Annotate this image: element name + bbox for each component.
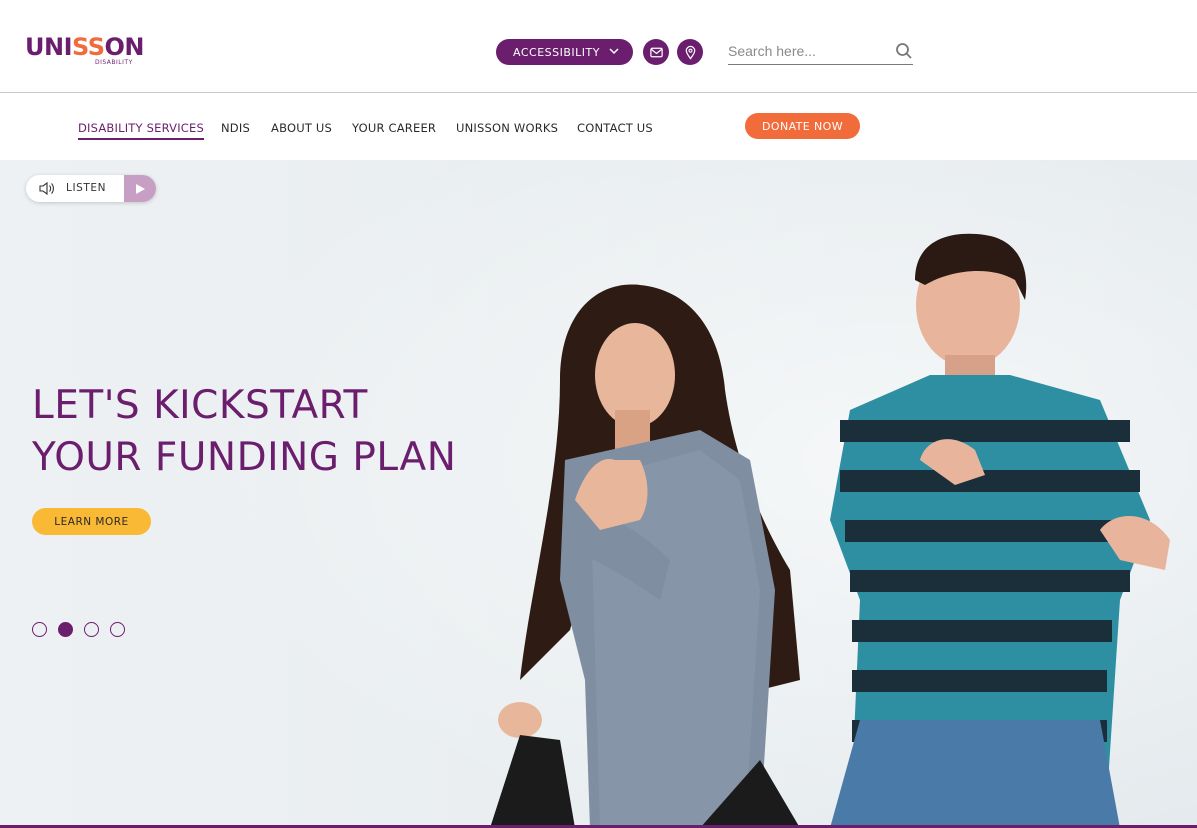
listen-button[interactable]: LISTEN: [26, 175, 156, 202]
nav-unisson-works[interactable]: UNISSON WORKS: [456, 121, 558, 135]
hero-headline: LET'S KICKSTART YOUR FUNDING PLAN: [32, 380, 552, 484]
nav-about-us[interactable]: ABOUT US: [271, 121, 332, 135]
learn-more-button[interactable]: LEARN MORE: [32, 508, 151, 535]
mail-button[interactable]: [643, 39, 669, 65]
accessibility-label: ACCESSIBILITY: [513, 45, 600, 59]
nav-ndis[interactable]: NDIS: [221, 121, 250, 135]
headline-line-2: YOUR FUNDING PLAN: [32, 435, 457, 480]
nav-your-career[interactable]: YOUR CAREER: [352, 121, 436, 135]
logo-wordmark: UNISSON: [25, 33, 145, 61]
play-icon: [136, 183, 145, 194]
search-icon[interactable]: [895, 42, 913, 60]
headline-line-1: LET'S KICKSTART: [32, 383, 368, 428]
hero-banner: LISTEN LET'S KICKSTART YOUR FUNDING PLAN…: [0, 160, 1197, 828]
chevron-down-icon: [609, 48, 619, 55]
carousel-dot-4[interactable]: [110, 622, 125, 637]
top-header: UNISSON DISABILITY ACCESSIBILITY: [0, 0, 1197, 93]
search-box: [728, 39, 913, 65]
carousel-dot-2[interactable]: [58, 622, 73, 637]
mail-icon: [649, 47, 663, 57]
search-input[interactable]: [728, 39, 888, 63]
accessibility-button[interactable]: ACCESSIBILITY: [496, 39, 633, 65]
hero-photo-people: [0, 160, 1197, 828]
unisson-logo[interactable]: UNISSON DISABILITY: [25, 33, 145, 69]
listen-label: LISTEN: [66, 182, 107, 194]
carousel-dot-3[interactable]: [84, 622, 99, 637]
carousel-dots: [32, 622, 125, 637]
donate-now-button[interactable]: DONATE NOW: [745, 113, 860, 139]
speaker-icon: [39, 181, 54, 196]
location-pin-icon: [685, 45, 695, 60]
location-button[interactable]: [677, 39, 703, 65]
main-nav: DISABILITY SERVICES NDIS ABOUT US YOUR C…: [0, 94, 1197, 160]
play-button[interactable]: [124, 175, 156, 202]
nav-contact-us[interactable]: CONTACT US: [577, 121, 653, 135]
nav-disability-services[interactable]: DISABILITY SERVICES: [78, 121, 204, 140]
carousel-dot-1[interactable]: [32, 622, 47, 637]
logo-subtitle: DISABILITY: [95, 59, 133, 66]
